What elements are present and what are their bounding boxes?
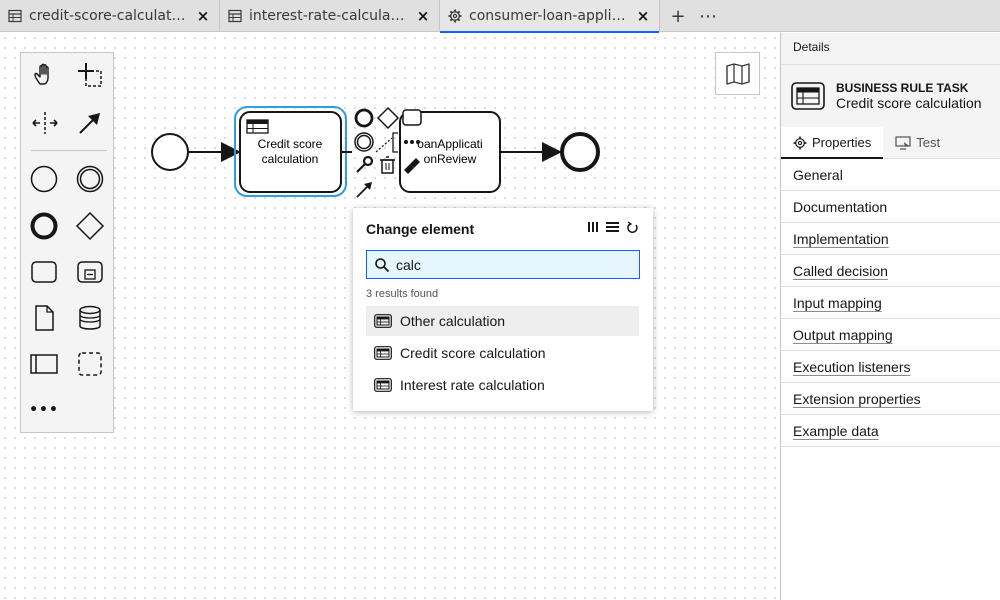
group-label: Documentation (793, 199, 888, 215)
tab-label: Properties (812, 135, 872, 150)
business-rule-icon (374, 346, 392, 360)
global-connect-icon[interactable] (74, 107, 106, 139)
result-label: Other calculation (400, 313, 506, 329)
result-item[interactable]: Other calculation (366, 306, 639, 336)
gear-icon (793, 136, 807, 149)
search-input[interactable] (396, 256, 626, 273)
gateway-icon[interactable] (74, 210, 106, 242)
group-icon[interactable] (74, 348, 106, 380)
append-gateway-icon[interactable] (376, 106, 400, 130)
monitor-play-icon (895, 135, 911, 150)
group-label: Output mapping (793, 327, 893, 343)
group-label: Called decision (793, 263, 888, 279)
end-event[interactable] (560, 132, 600, 172)
column-icon[interactable] (587, 221, 599, 238)
group-input-mapping[interactable]: Input mapping (781, 287, 1000, 319)
group-example-data[interactable]: Example data (781, 415, 1000, 447)
data-object-icon[interactable] (28, 302, 60, 334)
search-icon (375, 257, 390, 272)
wrench-icon[interactable] (356, 155, 374, 173)
tab-properties[interactable]: Properties (781, 127, 884, 159)
business-rule-icon (374, 378, 392, 392)
tab-label: Test (916, 135, 941, 150)
minimap-toggle-button[interactable] (715, 52, 760, 95)
change-element-popup: Change element 3 results found Other cal… (353, 208, 653, 411)
result-item[interactable]: Interest rate calculation (366, 370, 639, 400)
group-label: Execution listeners (793, 359, 911, 375)
palette-divider (31, 150, 107, 151)
text-annotation-icon[interactable] (375, 132, 398, 153)
group-label: Implementation (793, 231, 889, 247)
more-icon[interactable]: ••• (28, 394, 60, 426)
tool-palette: ••• (20, 52, 114, 433)
group-label: Example data (793, 423, 879, 439)
task2-label-line2: onReview (424, 152, 477, 166)
element-name: Credit score calculation (836, 95, 982, 111)
end-event-icon[interactable] (28, 210, 60, 242)
results-count: 3 results found (366, 288, 439, 300)
space-tool-icon[interactable] (29, 107, 61, 139)
delete-icon[interactable] (380, 156, 395, 174)
element-type: BUSINESS RULE TASK (836, 81, 969, 95)
panel-tabs: Properties Test (781, 127, 1000, 159)
group-documentation[interactable]: Documentation (781, 191, 1000, 223)
panel-header: Details (781, 33, 1000, 65)
group-execution-listeners[interactable]: Execution listeners (781, 351, 1000, 383)
subprocess-icon[interactable] (74, 256, 106, 288)
business-rule-icon (374, 314, 392, 328)
task2-label-line1: oanApplicati (417, 137, 482, 151)
details-panel: Details BUSINESS RULE TASK Credit score … (780, 33, 1000, 600)
data-store-icon[interactable] (74, 302, 106, 334)
popup-header-icons (587, 221, 639, 238)
result-label: Credit score calculation (400, 345, 546, 361)
reset-icon[interactable] (626, 221, 639, 238)
append-intermediate-event-icon[interactable] (354, 132, 374, 152)
append-task-icon[interactable] (402, 109, 422, 126)
group-called-decision[interactable]: Called decision (781, 255, 1000, 287)
group-extension-properties[interactable]: Extension properties (781, 383, 1000, 415)
task-label-line2: calculation (262, 152, 319, 166)
result-item[interactable]: Credit score calculation (366, 338, 639, 368)
start-event-icon[interactable] (28, 163, 60, 195)
business-rule-task-icon (791, 82, 825, 110)
business-rule-icon (246, 119, 269, 134)
list-icon[interactable] (606, 221, 619, 238)
group-general[interactable]: General (781, 159, 1000, 191)
task-label-line1: Credit score (258, 137, 323, 151)
lasso-tool-icon[interactable] (74, 59, 106, 91)
start-event[interactable] (151, 133, 189, 171)
pool-icon[interactable] (28, 348, 60, 380)
append-end-event-icon[interactable] (354, 108, 374, 128)
hand-tool-icon[interactable] (29, 59, 61, 91)
popup-title: Change element (366, 221, 475, 237)
more-options-icon[interactable] (404, 140, 420, 144)
intermediate-event-icon[interactable] (74, 163, 106, 195)
tab-test[interactable]: Test (883, 127, 952, 158)
connect-icon[interactable] (356, 182, 372, 198)
group-label: General (793, 167, 843, 183)
group-label: Extension properties (793, 391, 921, 407)
result-label: Interest rate calculation (400, 377, 545, 393)
group-label: Input mapping (793, 295, 882, 311)
selected-element-header: BUSINESS RULE TASK Credit score calculat… (781, 65, 1000, 127)
popup-search-field[interactable] (366, 250, 640, 279)
task-icon[interactable] (28, 256, 60, 288)
map-icon (725, 62, 750, 85)
group-output-mapping[interactable]: Output mapping (781, 319, 1000, 351)
group-implementation[interactable]: Implementation (781, 223, 1000, 255)
